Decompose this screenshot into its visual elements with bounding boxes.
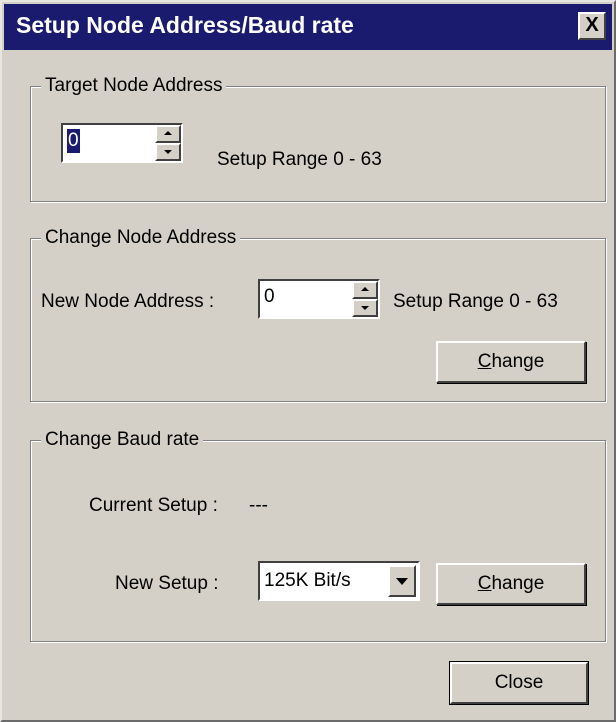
new-setup-label: New Setup : — [115, 573, 219, 594]
change-baud-button-accel: C — [477, 573, 492, 594]
target-node-legend: Target Node Address — [41, 73, 227, 99]
change-node-button[interactable]: Change — [436, 341, 586, 383]
close-button[interactable]: Close — [449, 661, 589, 705]
baud-rate-selected: 125K Bit/s — [264, 570, 351, 591]
change-node-group: Change Node Address New Node Address : 0… — [30, 225, 606, 402]
chevron-down-icon[interactable] — [155, 143, 181, 161]
new-node-spinbox[interactable]: 0 — [258, 279, 380, 319]
current-setup-label: Current Setup : — [89, 495, 218, 516]
setup-dialog: Setup Node Address/Baud rate X Target No… — [0, 0, 616, 722]
close-button-label: Close — [494, 672, 544, 693]
window-title: Setup Node Address/Baud rate — [16, 12, 354, 38]
new-node-spin-arrows — [352, 281, 378, 317]
change-baud-button-label: hange — [491, 573, 545, 594]
change-node-legend: Change Node Address — [41, 225, 241, 251]
baud-rate-group: Change Baud rate Current Setup : --- New… — [30, 427, 606, 642]
chevron-up-icon[interactable] — [352, 281, 378, 299]
target-node-spin-arrows — [155, 125, 181, 161]
chevron-up-icon[interactable] — [155, 125, 181, 143]
baud-rate-select[interactable]: 125K Bit/s — [258, 561, 420, 601]
target-node-spinbox[interactable]: 0 — [61, 123, 183, 163]
title-bar: Setup Node Address/Baud rate X — [4, 4, 612, 50]
close-icon[interactable]: X — [578, 12, 606, 40]
change-baud-button[interactable]: Change — [436, 563, 586, 605]
target-node-group: Target Node Address 0 Setup Range 0 - 63 — [30, 73, 606, 202]
new-node-address-label: New Node Address : — [41, 291, 215, 312]
dropdown-arrow-icon[interactable] — [388, 565, 416, 597]
baud-rate-legend: Change Baud rate — [41, 427, 204, 453]
change-node-button-label: hange — [491, 351, 545, 372]
close-glyph: X — [585, 14, 599, 36]
target-node-range: Setup Range 0 - 63 — [217, 149, 382, 170]
chevron-down-icon[interactable] — [352, 299, 378, 317]
new-node-range: Setup Range 0 - 63 — [393, 291, 558, 312]
new-node-input[interactable]: 0 — [264, 285, 275, 309]
target-node-input[interactable]: 0 — [67, 129, 80, 153]
current-setup-value: --- — [249, 495, 268, 516]
change-node-button-accel: C — [477, 351, 492, 372]
